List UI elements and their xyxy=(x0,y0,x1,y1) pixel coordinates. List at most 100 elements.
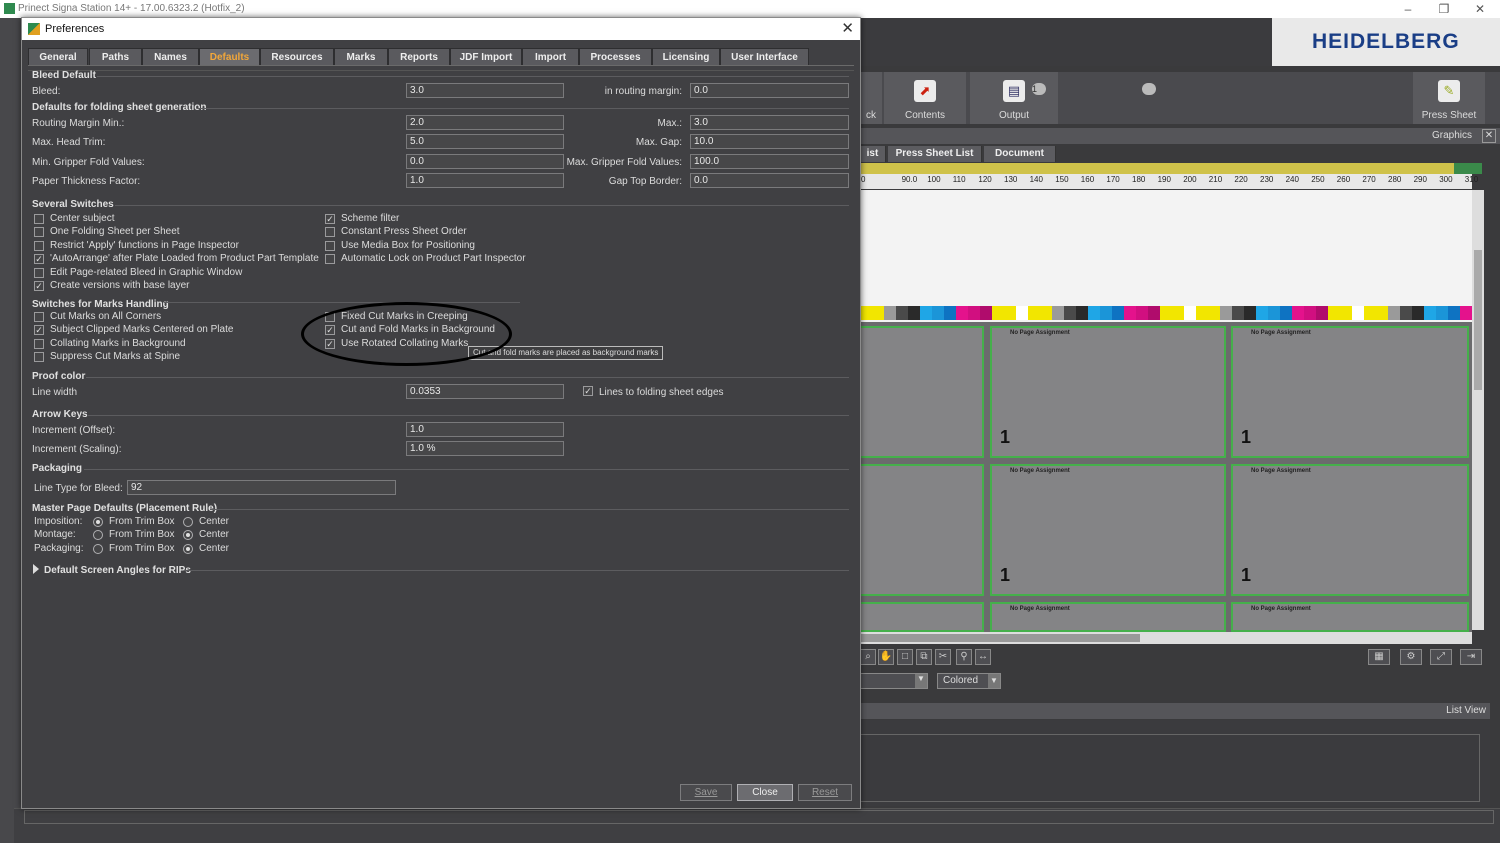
tab-resources[interactable]: Resources xyxy=(260,48,334,65)
checkbox[interactable]: ✓ xyxy=(34,281,44,291)
gap-top-border-field[interactable]: 0.0 xyxy=(690,173,849,188)
ruler-tick-label: 230 xyxy=(1260,175,1274,184)
tab-marks[interactable]: Marks xyxy=(334,48,388,65)
page-cell[interactable] xyxy=(860,326,984,458)
tab-licensing[interactable]: Licensing xyxy=(652,48,720,65)
line-type-field[interactable]: 92 xyxy=(127,480,396,495)
vertical-scroll-thumb[interactable] xyxy=(1474,250,1482,390)
trim-radio[interactable] xyxy=(93,517,103,527)
reset-button[interactable]: Reset xyxy=(798,784,852,801)
tab-press-sheet-list[interactable]: Press Sheet List xyxy=(888,146,982,162)
save-button[interactable]: Save xyxy=(680,784,732,801)
lines-to-edges-checkbox[interactable]: ✓ xyxy=(583,386,593,396)
tab-processes[interactable]: Processes xyxy=(579,48,652,65)
ruler-control[interactable] xyxy=(1454,163,1482,174)
center-radio[interactable] xyxy=(183,530,193,541)
checkbox[interactable]: ✓ xyxy=(325,214,335,224)
max-gripper-label: Max. Gripper Fold Values: xyxy=(566,157,682,168)
tab-general[interactable]: General xyxy=(28,48,88,65)
checkbox[interactable] xyxy=(34,338,44,349)
vertical-scrollbar[interactable] xyxy=(1472,190,1484,630)
expand-icon[interactable]: ⤢ xyxy=(1430,649,1452,665)
line-width-field[interactable]: 0.0353 xyxy=(406,384,564,399)
center-radio[interactable] xyxy=(183,543,193,554)
graphics-canvas[interactable]: No Page Assignment 1 No Page Assignment 1 No… xyxy=(860,190,1472,632)
tab-names[interactable]: Names xyxy=(142,48,199,65)
section-screen-angles[interactable]: Default Screen Angles for RIPs xyxy=(44,565,191,576)
restore-button[interactable]: ❐ xyxy=(1426,0,1462,18)
view-option-icon[interactable]: ▦ xyxy=(1368,649,1390,665)
toolbar-press-sheet-button[interactable]: ✎ Press Sheet xyxy=(1413,72,1485,124)
paper-thickness-field[interactable]: 1.0 xyxy=(406,173,564,188)
checkbox[interactable] xyxy=(325,254,335,265)
cut-icon[interactable]: ✂ xyxy=(935,649,951,665)
page-cell[interactable]: No Page Assignment xyxy=(1231,602,1469,632)
checkbox[interactable] xyxy=(34,267,44,278)
toolbar-contents-button[interactable]: ⬈ Contents xyxy=(884,72,966,124)
checkbox[interactable] xyxy=(325,227,335,238)
pin-icon[interactable]: ⚲ xyxy=(956,649,972,665)
checkbox[interactable] xyxy=(325,240,335,251)
color-mode-select[interactable]: Colored ▼ xyxy=(937,673,1001,689)
plate-area: No Page Assignment 1 No Page Assignment 1 No… xyxy=(860,322,1472,632)
checkbox[interactable] xyxy=(34,214,44,224)
max-head-trim-field[interactable]: 5.0 xyxy=(406,134,564,149)
routing-margin-field[interactable]: 0.0 xyxy=(690,83,849,98)
tab-document[interactable]: Document xyxy=(984,146,1056,162)
page-cell[interactable] xyxy=(860,602,984,632)
measure-icon[interactable]: ↔ xyxy=(975,649,991,665)
dialog-close-icon[interactable]: ✕ xyxy=(841,18,854,40)
layer-select[interactable]: ▼ xyxy=(860,673,928,689)
page-number: 1 xyxy=(1241,427,1252,447)
tab-import[interactable]: Import xyxy=(522,48,579,65)
max-gap-field[interactable]: 10.0 xyxy=(690,134,849,149)
checkbox[interactable] xyxy=(34,240,44,251)
window-close-button[interactable]: ✕ xyxy=(1462,0,1498,18)
max-field[interactable]: 3.0 xyxy=(690,115,849,130)
minimize-button[interactable]: – xyxy=(1390,0,1426,18)
checkbox[interactable]: ✓ xyxy=(34,254,44,265)
expand-triangle-icon[interactable] xyxy=(33,564,39,574)
checkbox[interactable] xyxy=(34,352,44,363)
page-cell[interactable] xyxy=(860,464,984,596)
page-cell[interactable]: No Page Assignment 1 xyxy=(1231,326,1469,458)
checkbox[interactable] xyxy=(34,312,44,322)
routing-margin-min-field[interactable]: 2.0 xyxy=(406,115,564,130)
tab-reports[interactable]: Reports xyxy=(388,48,450,65)
page-cell[interactable]: No Page Assignment xyxy=(990,602,1226,632)
copy-icon[interactable]: ⧉ xyxy=(916,649,932,665)
section-bleed-default: Bleed Default xyxy=(32,70,96,81)
ruler-tick-label: 190 xyxy=(1157,175,1171,184)
hand-icon[interactable]: ✋ xyxy=(878,649,894,665)
graphics-close-icon[interactable]: ✕ xyxy=(1482,129,1496,143)
increment-offset-field[interactable]: 1.0 xyxy=(406,422,564,437)
ruler-tick-label: 120 xyxy=(978,175,992,184)
checkbox[interactable] xyxy=(34,227,44,238)
tab-defaults[interactable]: Defaults xyxy=(199,48,260,65)
toolbar-back-step[interactable]: ck xyxy=(860,72,882,124)
increment-scaling-field[interactable]: 1.0 % xyxy=(406,441,564,456)
checkbox[interactable]: ✓ xyxy=(34,325,44,336)
close-button[interactable]: Close xyxy=(737,784,793,801)
horizontal-scrollbar[interactable] xyxy=(860,632,1472,644)
fit-icon[interactable]: ⇥ xyxy=(1460,649,1482,665)
frame-icon[interactable]: □ xyxy=(897,649,913,665)
zoom-icon[interactable]: ⌕ xyxy=(860,649,876,665)
settings-icon[interactable]: ⚙ xyxy=(1400,649,1422,665)
page-cell[interactable]: No Page Assignment 1 xyxy=(1231,464,1469,596)
bleed-field[interactable]: 3.0 xyxy=(406,83,564,98)
center-radio[interactable] xyxy=(183,517,193,527)
min-gripper-field[interactable]: 0.0 xyxy=(406,154,564,169)
tab-paths[interactable]: Paths xyxy=(89,48,142,65)
trim-radio[interactable] xyxy=(93,543,103,554)
tab-user-interface[interactable]: User Interface xyxy=(720,48,809,65)
ruler-tick-label: 150 xyxy=(1055,175,1069,184)
toolbar-output-button[interactable]: ▤ Output xyxy=(970,72,1156,124)
max-gripper-field[interactable]: 100.0 xyxy=(690,154,849,169)
tab-jdf-import[interactable]: JDF Import xyxy=(450,48,522,65)
trim-radio[interactable] xyxy=(93,530,103,541)
page-cell[interactable]: No Page Assignment 1 xyxy=(990,326,1226,458)
page-cell[interactable]: No Page Assignment 1 xyxy=(990,464,1226,596)
tab-list[interactable]: ist xyxy=(860,146,886,162)
horizontal-scroll-thumb[interactable] xyxy=(860,634,1140,642)
